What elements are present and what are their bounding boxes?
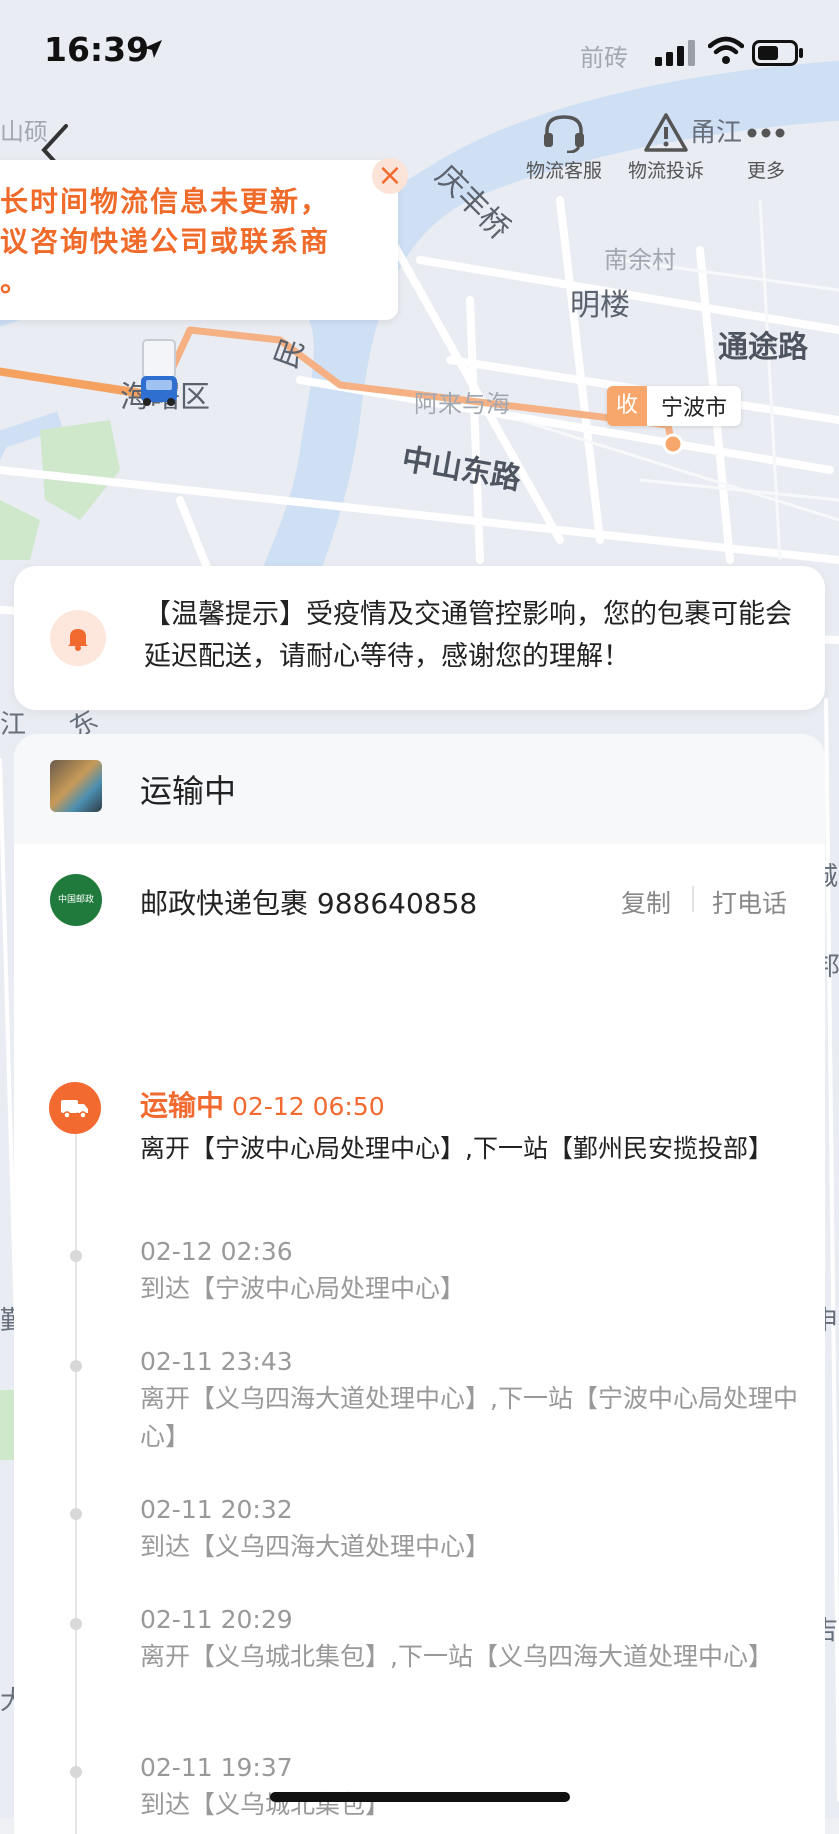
truck-status-icon bbox=[49, 1082, 101, 1134]
timeline-event: 02-11 20:32 到达【义乌四海大道处理中心】 bbox=[140, 1492, 800, 1566]
courier-logo-text: 中国邮政 bbox=[57, 895, 94, 905]
logistics-complaint-label: 物流投诉 bbox=[627, 160, 704, 182]
current-time: 02-12 06:50 bbox=[232, 1092, 385, 1121]
copy-button[interactable]: 复制 bbox=[621, 884, 671, 920]
logistics-detail-sheet[interactable]: 运输中 中国邮政 邮政快递包裹 988640858 复制 打电话 运输中 02-1… bbox=[14, 734, 825, 1834]
status-time: 16:39 bbox=[44, 30, 150, 69]
timeline-dot bbox=[70, 1250, 82, 1262]
map-label-tongtu-road: 通途路 bbox=[718, 330, 808, 365]
logistics-service-button[interactable]: 物流客服 bbox=[514, 110, 614, 183]
timeline-dot bbox=[70, 1360, 82, 1372]
event-description: 到达【宁波中心局处理中心】 bbox=[140, 1274, 466, 1303]
map-label-nanyu-village: 南余村 bbox=[604, 246, 676, 274]
shipment-status-row: 运输中 bbox=[14, 734, 825, 844]
location-arrow-icon bbox=[144, 40, 162, 58]
status-bar: 16:39 bbox=[0, 0, 839, 100]
timeline-current-event: 运输中 02-12 06:50 离开【宁波中心局处理中心】,下一站【鄞州民安揽投部… bbox=[140, 1084, 800, 1168]
headset-icon bbox=[544, 115, 584, 153]
timeline-event: 02-11 20:29 离开【义乌城北集包】,下一站【义乌四海大道处理中心】 bbox=[140, 1602, 800, 1676]
courier-row: 中国邮政 邮政快递包裹 988640858 复制 打电话 bbox=[14, 844, 825, 964]
more-label: 更多 bbox=[746, 160, 785, 182]
shipment-status: 运输中 bbox=[140, 772, 237, 810]
bell-icon bbox=[50, 610, 106, 666]
event-description: 离开【义乌四海大道处理中心】,下一站【宁波中心局处理中心】 bbox=[140, 1384, 798, 1451]
timeline-dot bbox=[70, 1508, 82, 1520]
event-time: 02-12 02:36 bbox=[140, 1237, 293, 1266]
timeline-event: 02-12 02:36 到达【宁波中心局处理中心】 bbox=[140, 1234, 800, 1308]
warm-tip-card: 【温馨提示】受疫情及交通管控影响，您的包裹可能会延迟配送，请耐心等待，感谢您的理… bbox=[14, 566, 825, 710]
wifi-icon bbox=[708, 36, 744, 64]
timeline-dot bbox=[70, 1766, 82, 1778]
event-description: 离开【义乌城北集包】,下一站【义乌四海大道处理中心】 bbox=[140, 1642, 773, 1671]
current-status: 运输中 bbox=[140, 1089, 225, 1122]
map-label-minglou: 明楼 bbox=[570, 288, 630, 323]
timeline-line bbox=[75, 1124, 77, 1834]
call-button[interactable]: 打电话 bbox=[712, 884, 787, 920]
signal-icon bbox=[655, 40, 695, 66]
battery-icon bbox=[752, 40, 803, 66]
destination-name: 宁波市 bbox=[661, 396, 728, 421]
more-icon bbox=[747, 128, 785, 138]
timeline-event: 02-11 23:43 离开【义乌四海大道处理中心】,下一站【宁波中心局处理中心… bbox=[140, 1344, 800, 1456]
timeline-dot bbox=[70, 1618, 82, 1630]
courier-tracking-number: 邮政快递包裹 988640858 bbox=[140, 887, 478, 920]
event-time: 02-11 20:32 bbox=[140, 1495, 293, 1524]
event-time: 02-11 19:37 bbox=[140, 1753, 293, 1782]
notice-text: 长时间物流信息未更新， 议咨询快递公司或联系商 。 bbox=[0, 185, 331, 298]
logistics-service-label: 物流客服 bbox=[525, 160, 602, 182]
warm-tip-text: 【温馨提示】受疫情及交通管控影响，您的包裹可能会延迟配送，请耐心等待，感谢您的理… bbox=[144, 599, 792, 672]
event-time: 02-11 23:43 bbox=[140, 1347, 293, 1376]
home-indicator[interactable] bbox=[270, 1792, 570, 1802]
event-time: 02-11 20:29 bbox=[140, 1605, 293, 1634]
more-button[interactable]: 更多 bbox=[716, 110, 816, 183]
product-thumbnail[interactable] bbox=[50, 760, 102, 812]
destination-tag: 收 bbox=[607, 386, 647, 426]
logistics-complaint-button[interactable]: 物流投诉 bbox=[616, 110, 716, 183]
china-post-logo-icon: 中国邮政 bbox=[50, 874, 102, 926]
close-icon[interactable]: × bbox=[372, 158, 408, 194]
event-description: 到达【义乌四海大道处理中心】 bbox=[140, 1532, 491, 1561]
destination-marker[interactable]: 收 宁波市 bbox=[607, 386, 742, 426]
warning-icon bbox=[644, 113, 688, 152]
action-divider bbox=[692, 886, 694, 912]
timeline-event: 02-11 19:37 到达【义乌城北集包】 bbox=[140, 1750, 800, 1824]
notice-bubble: 长时间物流信息未更新， 议咨询快递公司或联系商 。 bbox=[0, 160, 398, 320]
map-label-alai-sea: 阿来与海 bbox=[414, 390, 510, 418]
current-description: 离开【宁波中心局处理中心】,下一站【鄞州民安揽投部】 bbox=[140, 1134, 773, 1163]
